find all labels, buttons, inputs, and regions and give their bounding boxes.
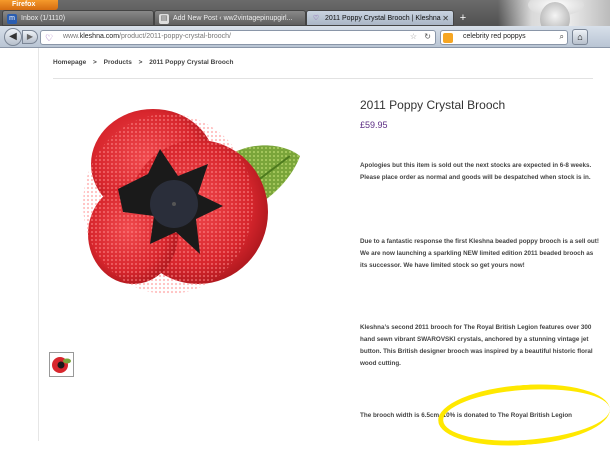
- close-icon[interactable]: ✕: [442, 14, 449, 23]
- product-description-details: Kleshna’s second 2011 brooch for The Roy…: [360, 324, 593, 367]
- address-bar[interactable]: ♡ www.kleshna.com/product/2011-poppy-cry…: [40, 30, 436, 45]
- reload-icon[interactable]: ↻: [424, 32, 431, 41]
- search-icon[interactable]: ⌕: [560, 32, 564, 42]
- back-button[interactable]: ◀: [4, 28, 22, 46]
- page-left-border: [38, 48, 39, 441]
- tab-label: Add New Post ‹ ww2vintagepinupgirl...: [173, 15, 293, 22]
- breadcrumb-separator: >: [93, 59, 97, 66]
- tab-label: 2011 Poppy Crystal Brooch | Kleshna: [325, 15, 441, 22]
- breadcrumb-current: 2011 Poppy Crystal Brooch: [149, 59, 234, 66]
- kleshna-icon: ♡: [45, 33, 54, 43]
- url-path: /product/2011-poppy-crystal-brooch/: [119, 33, 231, 40]
- product-description-launch: Due to a fantastic response the first Kl…: [360, 238, 599, 269]
- url-domain: kleshna.com: [79, 33, 120, 40]
- web-page: Homepage > Products > 2011 Poppy Crystal…: [0, 48, 610, 451]
- tab-inbox[interactable]: m Inbox (1/1110): [2, 10, 154, 26]
- back-arrow-icon: ◀: [9, 31, 17, 42]
- divider: [53, 78, 593, 79]
- url-prefix: www.: [63, 33, 80, 40]
- tab-add-new-post[interactable]: ▤ Add New Post ‹ ww2vintagepinupgirl...: [154, 10, 306, 26]
- home-icon: ⌂: [577, 32, 583, 42]
- new-tab-button[interactable]: +: [456, 12, 470, 25]
- breadcrumb-home-link[interactable]: Homepage: [53, 59, 86, 66]
- kleshna-icon: ♡: [312, 15, 320, 22]
- breadcrumb-products-link[interactable]: Products: [104, 59, 132, 66]
- url-text: www.kleshna.com/product/2011-poppy-cryst…: [63, 33, 231, 40]
- tab-label: Inbox (1/1110): [21, 15, 66, 22]
- product-description-stock: Apologies but this item is sold out the …: [360, 162, 592, 181]
- search-box[interactable]: celebrity red poppys ⌕: [440, 30, 568, 45]
- firefox-menu-button[interactable]: Firefox: [0, 0, 58, 10]
- home-button[interactable]: ⌂: [572, 29, 588, 45]
- breadcrumb-separator: >: [138, 59, 143, 66]
- mail-icon: m: [7, 14, 17, 24]
- search-engine-icon[interactable]: [443, 33, 453, 43]
- product-title: 2011 Poppy Crystal Brooch: [360, 98, 506, 112]
- forward-arrow-icon: ▶: [26, 32, 34, 41]
- thumbnail-image: [52, 357, 71, 373]
- navigation-bar: ◀ ▶ ♡ www.kleshna.com/product/2011-poppy…: [0, 26, 610, 48]
- product-main-image[interactable]: [78, 94, 303, 309]
- bookmark-star-icon[interactable]: ☆: [410, 32, 417, 41]
- search-input[interactable]: celebrity red poppys: [463, 33, 526, 40]
- tab-kleshna[interactable]: ♡ 2011 Poppy Crystal Brooch | Kleshna ✕: [306, 10, 454, 26]
- product-thumbnail[interactable]: [49, 352, 74, 377]
- browser-chrome: Firefox m Inbox (1/1110) ▤ Add New Post …: [0, 0, 610, 48]
- tab-strip: m Inbox (1/1110) ▤ Add New Post ‹ ww2vin…: [0, 10, 480, 26]
- forward-button[interactable]: ▶: [22, 30, 38, 44]
- yellow-highlight-circle: [436, 379, 610, 451]
- page-icon: ▤: [159, 14, 169, 24]
- breadcrumb: Homepage > Products > 2011 Poppy Crystal…: [53, 59, 238, 66]
- product-price: £59.95: [360, 120, 388, 130]
